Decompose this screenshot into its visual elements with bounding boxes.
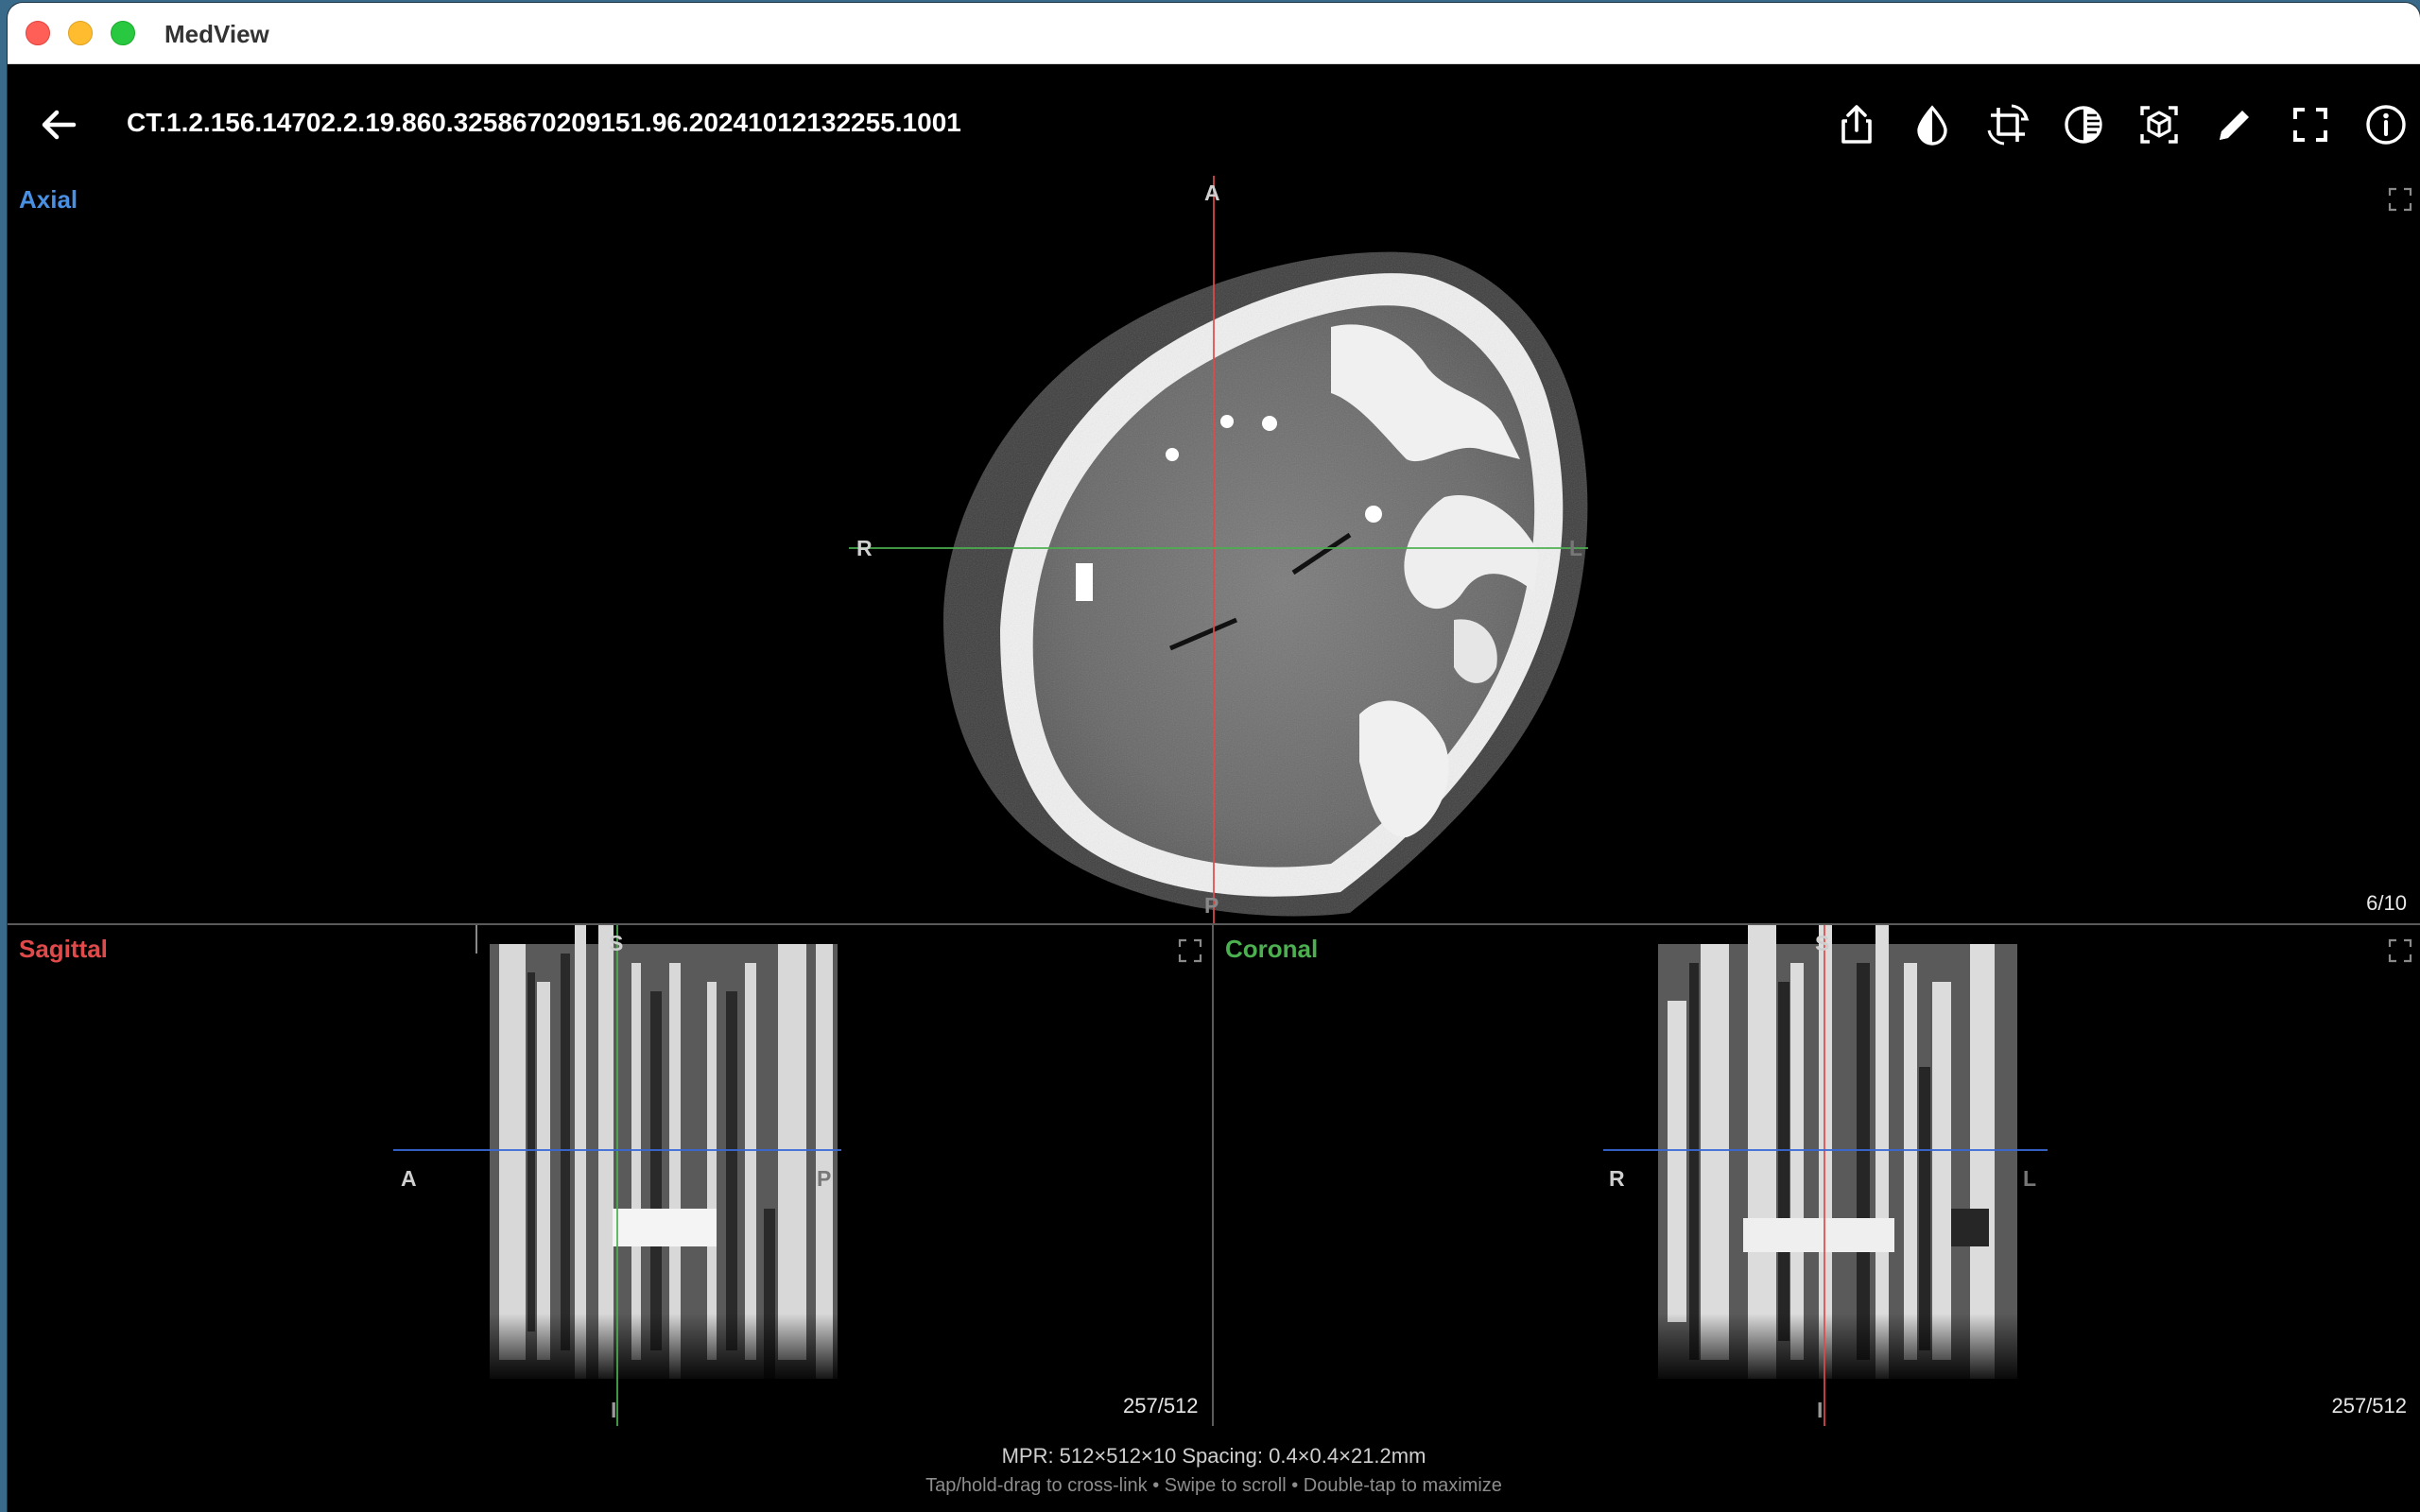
axial-orient-bottom: P — [1204, 893, 1219, 918]
sagittal-slice-counter: 257/512 — [1123, 1394, 1199, 1418]
zoom-window-button[interactable] — [111, 21, 135, 45]
3d-render-icon — [2140, 106, 2178, 144]
close-window-button[interactable] — [26, 21, 50, 45]
axial-orient-top: A — [1204, 180, 1220, 205]
sagittal-orient-right: P — [817, 1166, 832, 1191]
title-bar: MedView — [8, 3, 2420, 64]
mpr-info: MPR: 512×512×10 Spacing: 0.4×0.4×21.2mm — [1001, 1444, 1426, 1468]
axial-orient-right: L — [1569, 536, 1583, 560]
window-level-icon — [1917, 105, 1947, 146]
annotate-pencil-icon — [2220, 111, 2249, 140]
gesture-hint: Tap/hold-drag to cross-link • Swipe to s… — [925, 1475, 1502, 1496]
series-title: CT.1.2.156.14702.2.19.860.3258670209151.… — [127, 108, 961, 137]
window-level-button[interactable] — [1904, 96, 1961, 153]
fullscreen-icon — [2293, 108, 2327, 142]
sagittal-mpr-image — [393, 925, 841, 1426]
coronal-orient-bottom: I — [1817, 1398, 1824, 1422]
arrow-left-icon — [42, 110, 77, 140]
axial-orient-left: R — [856, 536, 873, 560]
info-button[interactable] — [2358, 96, 2414, 153]
info-icon — [2366, 105, 2406, 145]
coronal-slice-counter: 257/512 — [2331, 1394, 2407, 1418]
annotate-button[interactable] — [2206, 96, 2263, 153]
coronal-orient-left: R — [1609, 1166, 1625, 1191]
coronal-orient-top: S — [1815, 931, 1830, 955]
axial-slice-counter: 6/10 — [2366, 891, 2407, 915]
coronal-orient-right: L — [2023, 1166, 2037, 1191]
viewer-toolbar: CT.1.2.156.14702.2.19.860.3258670209151.… — [8, 64, 2420, 176]
crop-icon — [1987, 104, 2030, 146]
back-button[interactable] — [36, 102, 81, 147]
3d-render-button[interactable] — [2131, 96, 2187, 153]
sagittal-orient-top: S — [609, 931, 624, 955]
invert-button[interactable] — [2055, 96, 2112, 153]
share-icon — [1841, 105, 1872, 144]
coronal-mpr-image — [1603, 925, 2048, 1426]
minimize-window-button[interactable] — [68, 21, 93, 45]
sagittal-orient-bottom: I — [611, 1398, 617, 1422]
share-button[interactable] — [1828, 96, 1885, 153]
crop-rotate-button[interactable] — [1979, 96, 2036, 153]
app-title: MedView — [164, 20, 269, 48]
fullscreen-button[interactable] — [2282, 96, 2339, 153]
invert-icon — [2065, 106, 2102, 144]
sagittal-orient-left: A — [401, 1166, 417, 1191]
axial-viewport[interactable]: Axial A R L P 6/10 — [8, 176, 2420, 923]
coronal-viewport[interactable]: Coronal S R L I 257/512 — [1214, 925, 2420, 1426]
app-window: MedView CT.1.2.156.14702.2.19.860.325867… — [8, 3, 2420, 1512]
sagittal-viewport[interactable]: Sagittal S A P I 257/512 — [8, 925, 1212, 1426]
axial-ct-image — [849, 176, 1588, 923]
